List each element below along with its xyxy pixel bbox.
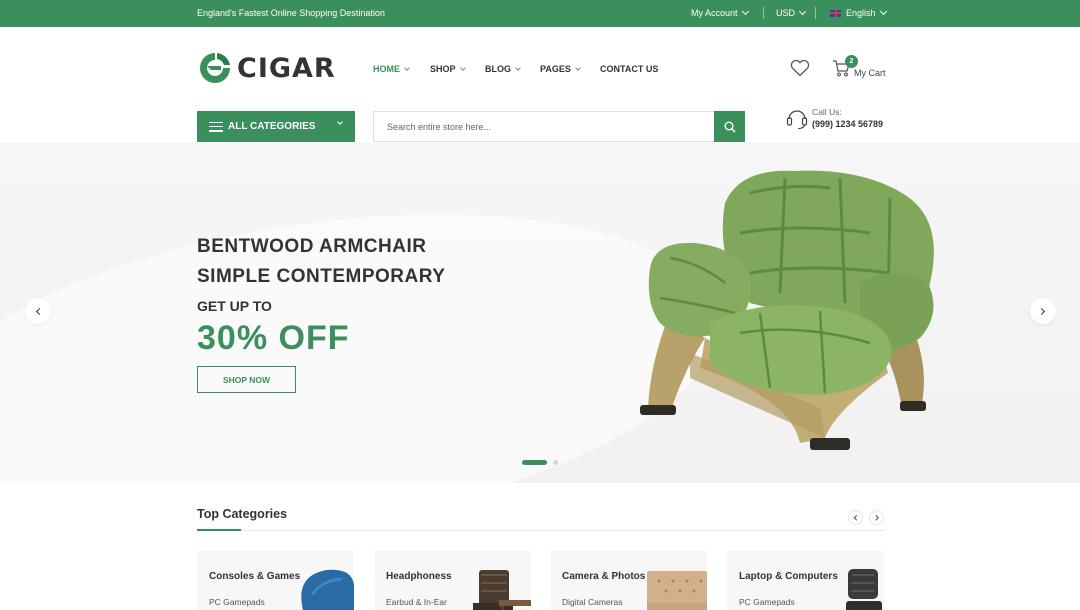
category-sublink[interactable]: PC Gamepads [739, 597, 795, 607]
wicker-chair-image [473, 570, 531, 610]
chevron-down-icon [515, 64, 521, 71]
divider [763, 7, 764, 19]
background-swoosh [0, 168, 737, 483]
hero-title-line1: BENTWOOD ARMCHAIR [197, 236, 427, 257]
nav-blog[interactable]: BLOG [485, 64, 521, 74]
top-bar: England's Fastest Online Shopping Destin… [0, 0, 1080, 27]
section-divider [197, 530, 884, 531]
search-button[interactable] [714, 111, 745, 142]
section-divider-accent [197, 529, 241, 531]
language-label: English [846, 8, 876, 18]
chevron-down-icon [879, 7, 887, 16]
category-sublink[interactable]: Digital Cameras [562, 597, 622, 607]
category-name: Laptop & Computers [739, 571, 838, 582]
chevron-down-icon [741, 7, 749, 16]
my-account-label: My Account [691, 8, 738, 18]
logo-mark-icon [200, 53, 230, 83]
currency-dropdown[interactable]: USD [776, 7, 807, 18]
all-categories-label: ALL CATEGORIES [228, 121, 316, 132]
nav-shop[interactable]: SHOP [430, 64, 466, 74]
tufted-sofa-image [647, 571, 707, 610]
nav-contact-label: CONTACT US [600, 64, 659, 74]
slider-dot-2[interactable] [553, 460, 558, 465]
nav-pages[interactable]: PAGES [540, 64, 581, 74]
categories-next-button[interactable] [869, 510, 884, 525]
chevron-left-icon [854, 515, 859, 520]
shop-now-button[interactable]: SHOP NOW [197, 366, 296, 393]
category-name: Headphoness [386, 571, 452, 582]
divider [815, 7, 816, 19]
uk-flag-icon [830, 9, 841, 17]
cart-label[interactable]: My Cart [854, 68, 886, 78]
category-card[interactable]: Headphoness Earbud & In-Ear [374, 551, 531, 610]
tagline: England's Fastest Online Shopping Destin… [197, 8, 385, 18]
category-card[interactable]: Laptop & Computers PC Gamepads [727, 551, 884, 610]
slider-prev-button[interactable] [25, 298, 51, 324]
blue-chair-image [301, 569, 354, 610]
chevron-down-icon [337, 119, 343, 125]
hero-slider: BENTWOOD ARMCHAIR SIMPLE CONTEMPORARY GE… [0, 143, 1080, 483]
brand-name: CIGAR [237, 52, 336, 84]
category-card[interactable]: Camera & Photos Digital Cameras [550, 551, 707, 610]
chevron-right-icon [873, 515, 878, 520]
category-name: Consoles & Games [209, 571, 301, 582]
category-sublink[interactable]: PC Gamepads [209, 597, 265, 607]
chevron-down-icon [459, 64, 466, 71]
all-categories-button[interactable]: ALL CATEGORIES [197, 111, 355, 142]
search-icon [724, 121, 736, 133]
phone-number[interactable]: (999) 1234 56789 [812, 119, 883, 129]
currency-label: USD [776, 8, 796, 18]
headset-icon [786, 110, 808, 130]
office-chair-image [846, 569, 882, 610]
slider-next-button[interactable] [1030, 298, 1056, 324]
cart-count-badge: 2 [845, 55, 858, 68]
hero-discount: 30% OFF [197, 319, 350, 357]
section-title: Top Categories [197, 507, 288, 521]
hero-subtitle: GET UP TO [197, 298, 272, 314]
nav-blog-label: BLOG [485, 64, 511, 74]
category-sublink[interactable]: Earbud & In-Ear [386, 597, 447, 607]
nav-home[interactable]: HOME [373, 64, 410, 74]
menu-icon [209, 121, 223, 132]
chevron-down-icon [404, 64, 410, 71]
chevron-down-icon [575, 64, 581, 71]
categories-prev-button[interactable] [848, 510, 863, 525]
heart-icon[interactable] [790, 59, 810, 77]
nav-shop-label: SHOP [430, 64, 456, 74]
category-card[interactable]: Consoles & Games PC Gamepads [197, 551, 354, 610]
chevron-right-icon [1037, 307, 1046, 315]
language-dropdown[interactable]: English [830, 7, 887, 18]
logo[interactable]: CIGAR [197, 50, 336, 86]
armchair-image [640, 170, 934, 450]
nav-contact[interactable]: CONTACT US [600, 64, 658, 74]
nav-pages-label: PAGES [540, 64, 571, 74]
category-name: Camera & Photos [562, 571, 646, 582]
slider-dots [522, 460, 558, 465]
chevron-left-icon [35, 307, 44, 315]
chevron-down-icon [798, 7, 807, 16]
hero-title-line2: SIMPLE CONTEMPORARY [197, 266, 446, 287]
call-us-label: Call Us: [812, 107, 842, 117]
search-input[interactable] [373, 111, 715, 142]
my-account-dropdown[interactable]: My Account [691, 7, 749, 18]
nav-home-label: HOME [373, 64, 400, 74]
slider-dot-1[interactable] [522, 460, 547, 465]
